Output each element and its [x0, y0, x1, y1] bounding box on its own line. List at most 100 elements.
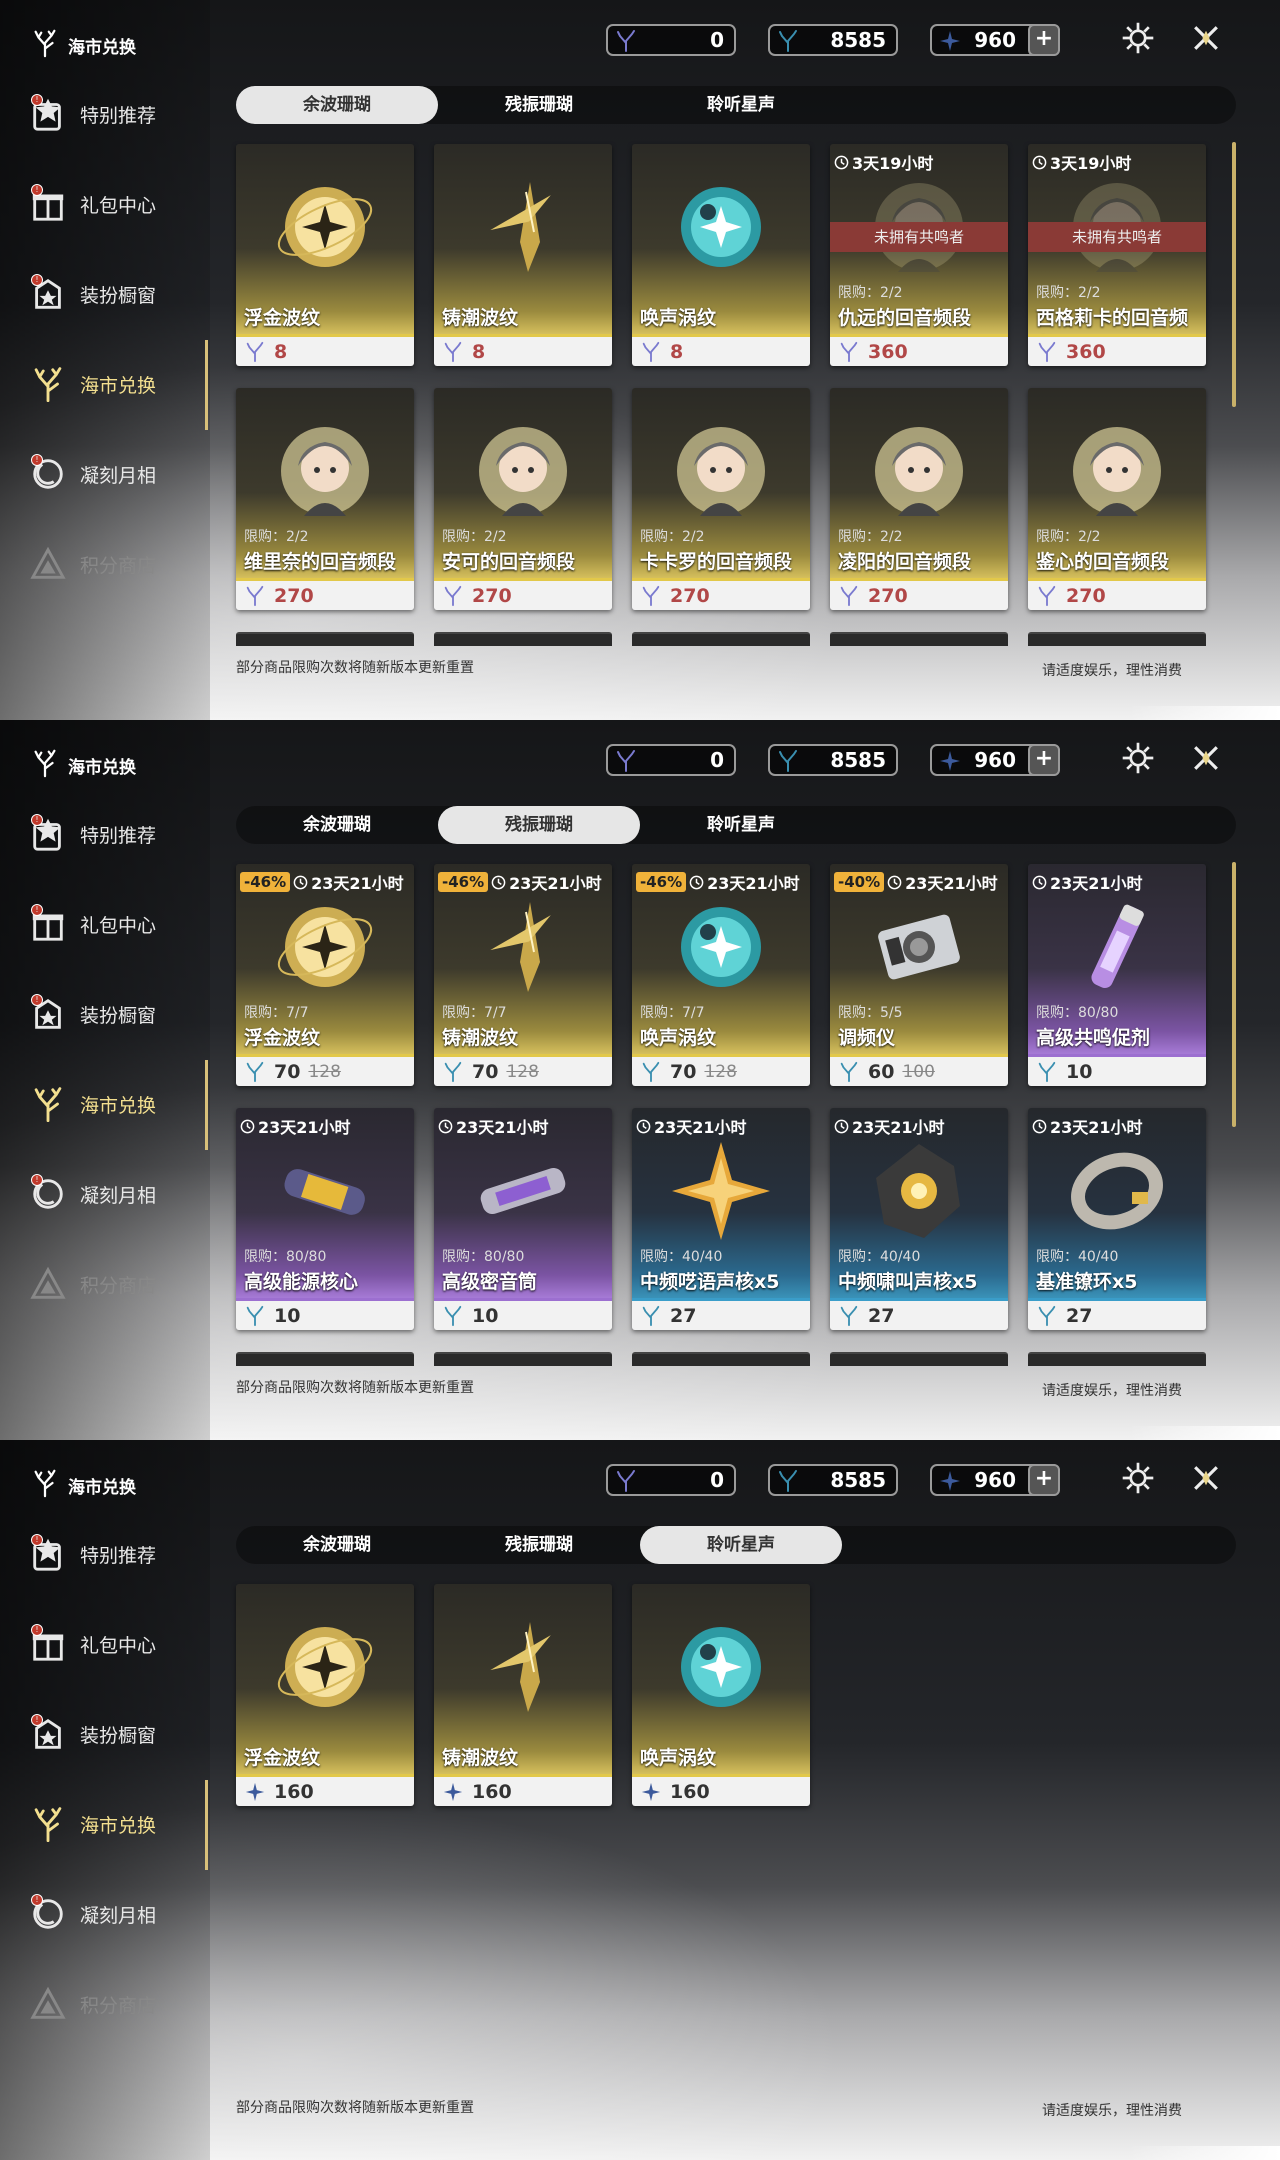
sidebar-item-gift-center[interactable]: ! 礼包中心 — [26, 894, 206, 954]
shop-item-card[interactable]: 浮金波纹 8 — [236, 144, 414, 366]
sidebar-item-moon-phase[interactable]: ! 凝刻月相 — [26, 1164, 206, 1224]
price-bar: 8 — [632, 334, 810, 366]
item-name: 唤声涡纹 — [640, 307, 717, 329]
sidebar-item-points-shop[interactable]: 积分商店 — [26, 1974, 206, 2034]
sidebar-item-featured[interactable]: ! 特别推荐 — [26, 84, 206, 144]
settings-button[interactable] — [1118, 740, 1158, 780]
currency-icon — [838, 341, 860, 363]
next-row-card[interactable] — [1028, 1352, 1206, 1366]
shop-item-card[interactable]: 23天21小时 限购：80/80 高级密音筒 10 — [434, 1108, 612, 1330]
timer-text: 23天21小时 — [654, 1118, 747, 1137]
add-currency-button[interactable]: + — [1028, 1464, 1060, 1496]
shop-item-card[interactable]: 铸潮波纹 160 — [434, 1584, 612, 1806]
tab-1[interactable]: 余波珊瑚 — [236, 806, 438, 844]
tab-2[interactable]: 残振珊瑚 — [438, 806, 640, 844]
next-row-card[interactable] — [236, 1352, 414, 1366]
tab-3[interactable]: 聆听星声 — [640, 1526, 842, 1564]
shop-item-card[interactable]: 23天21小时 限购：40/40 中频呓语声核x5 27 — [632, 1108, 810, 1330]
item-art — [666, 416, 776, 526]
item-art — [666, 1612, 776, 1722]
shop-item-card[interactable]: -46% 23天21小时 限购：7/7 唤声涡纹 70 128 — [632, 864, 810, 1086]
shop-item-card[interactable]: 限购：2/2 凌阳的回音频段 270 — [830, 388, 1008, 610]
price-value: 70 — [472, 1060, 499, 1083]
sidebar-item-label: 装扮橱窗 — [80, 1724, 157, 1747]
tab-1[interactable]: 余波珊瑚 — [236, 1526, 438, 1564]
next-row-card[interactable] — [434, 632, 612, 646]
shop-item-card[interactable]: 浮金波纹 160 — [236, 1584, 414, 1806]
reset-note: 部分商品限购次数将随新版本更新重置 — [236, 2100, 474, 2116]
sidebar-item-moon-phase[interactable]: ! 凝刻月相 — [26, 1884, 206, 1944]
shop-item-card[interactable]: -46% 23天21小时 限购：7/7 铸潮波纹 70 128 — [434, 864, 612, 1086]
star-tag-icon: ! — [26, 812, 70, 856]
clock-icon — [293, 875, 308, 890]
sidebar-item-wardrobe[interactable]: ! 装扮橱窗 — [26, 984, 206, 1044]
next-row-card[interactable] — [632, 632, 810, 646]
next-row-card[interactable] — [434, 1352, 612, 1366]
shop-item-card[interactable]: 唤声涡纹 8 — [632, 144, 810, 366]
next-row-card[interactable] — [1028, 632, 1206, 646]
next-row-card[interactable] — [830, 1352, 1008, 1366]
shop-item-card[interactable]: -40% 23天21小时 限购：5/5 调频仪 60 100 — [830, 864, 1008, 1086]
clock-icon — [834, 155, 849, 170]
shop-item-card[interactable]: 23天21小时 限购：80/80 高级能源核心 10 — [236, 1108, 414, 1330]
notification-dot: ! — [31, 994, 43, 1006]
tab-2[interactable]: 残振珊瑚 — [438, 86, 640, 124]
next-row-card[interactable] — [632, 1352, 810, 1366]
item-art — [468, 416, 578, 526]
sidebar-item-points-shop[interactable]: 积分商店 — [26, 1254, 206, 1314]
sidebar-item-wardrobe[interactable]: ! 装扮橱窗 — [26, 1704, 206, 1764]
item-art — [468, 1136, 578, 1246]
shop-item-card[interactable]: 限购：2/2 卡卡罗的回音频段 270 — [632, 388, 810, 610]
shop-item-card[interactable]: 23天21小时 限购：40/40 基准镣环x5 27 — [1028, 1108, 1206, 1330]
settings-button[interactable] — [1118, 1460, 1158, 1500]
purchase-limit: 限购：40/40 — [640, 1249, 723, 1265]
scrollbar[interactable] — [1232, 862, 1236, 1127]
next-row-card[interactable] — [830, 632, 1008, 646]
price-value: 160 — [472, 1780, 512, 1803]
page-title: 海市兑换 — [30, 748, 136, 782]
spending-note: 请适度娱乐，理性消费 — [1042, 2103, 1182, 2119]
close-button[interactable] — [1186, 1460, 1226, 1500]
sidebar-item-gift-center[interactable]: ! 礼包中心 — [26, 174, 206, 234]
sidebar-item-sea-market-exchange[interactable]: 海市兑换 — [26, 354, 206, 414]
scrollbar[interactable] — [1232, 142, 1236, 407]
price-value: 8 — [670, 340, 684, 363]
sidebar-item-wardrobe[interactable]: ! 装扮橱窗 — [26, 264, 206, 324]
currency-icon — [838, 585, 860, 607]
sidebar-item-sea-market-exchange[interactable]: 海市兑换 — [26, 1074, 206, 1134]
add-currency-button[interactable]: + — [1028, 24, 1060, 56]
shop-item-card[interactable]: 3天19小时 未拥有共鸣者 限购：2/2 仇远的回音频段 360 — [830, 144, 1008, 366]
currency-icon — [640, 341, 662, 363]
sidebar-item-label: 特别推荐 — [80, 1544, 157, 1567]
shop-item-card[interactable]: 唤声涡纹 160 — [632, 1584, 810, 1806]
sidebar-item-gift-center[interactable]: ! 礼包中心 — [26, 1614, 206, 1674]
timer-text: 23天21小时 — [311, 874, 404, 893]
tab-2[interactable]: 残振珊瑚 — [438, 1526, 640, 1564]
purchase-limit: 限购：80/80 — [1036, 1005, 1119, 1021]
tab-3[interactable]: 聆听星声 — [640, 86, 842, 124]
shop-item-card[interactable]: 限购：2/2 安可的回音频段 270 — [434, 388, 612, 610]
active-indicator — [205, 340, 208, 430]
shop-item-card[interactable]: 23天21小时 限购：40/40 中频啸叫声核x5 27 — [830, 1108, 1008, 1330]
sidebar-item-sea-market-exchange[interactable]: 海市兑换 — [26, 1794, 206, 1854]
tab-1[interactable]: 余波珊瑚 — [236, 86, 438, 124]
close-button[interactable] — [1186, 740, 1226, 780]
shop-item-card[interactable]: 铸潮波纹 8 — [434, 144, 612, 366]
shop-item-card[interactable]: -46% 23天21小时 限购：7/7 浮金波纹 70 128 — [236, 864, 414, 1086]
close-button[interactable] — [1186, 20, 1226, 60]
settings-button[interactable] — [1118, 20, 1158, 60]
shop-item-card[interactable]: 限购：2/2 鉴心的回音频段 270 — [1028, 388, 1206, 610]
next-row-card[interactable] — [236, 632, 414, 646]
item-name: 唤声涡纹 — [640, 1747, 717, 1769]
sidebar-item-featured[interactable]: ! 特别推荐 — [26, 1524, 206, 1584]
tab-3[interactable]: 聆听星声 — [640, 806, 842, 844]
item-name: 浮金波纹 — [244, 1747, 321, 1769]
shop-item-card[interactable]: 限购：2/2 维里奈的回音频段 270 — [236, 388, 414, 610]
sidebar-item-moon-phase[interactable]: ! 凝刻月相 — [26, 444, 206, 504]
sidebar-item-points-shop[interactable]: 积分商店 — [26, 534, 206, 594]
sidebar-item-featured[interactable]: ! 特别推荐 — [26, 804, 206, 864]
add-currency-button[interactable]: + — [1028, 744, 1060, 776]
shop-item-card[interactable]: 3天19小时未拥有共鸣者限购：2/2西格莉卡的回音频段360 — [1028, 144, 1206, 366]
triangle-icon — [26, 542, 70, 586]
shop-item-card[interactable]: 23天21小时 限购：80/80 高级共鸣促剂 10 — [1028, 864, 1206, 1086]
